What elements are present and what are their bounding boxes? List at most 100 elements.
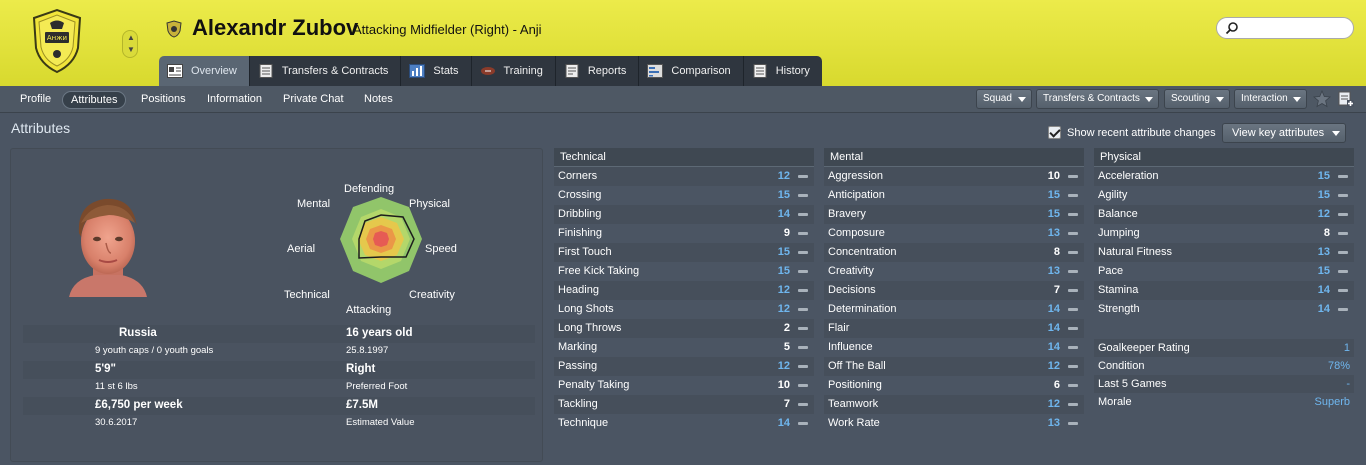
no-change-indicator-icon — [1068, 365, 1078, 368]
attribute-row[interactable]: Long Throws 2 — [554, 319, 814, 338]
attribute-row[interactable]: Creativity 13 — [824, 262, 1084, 281]
subnav-profile[interactable]: Profile — [12, 91, 59, 109]
club-badge-icon — [166, 20, 182, 38]
nav-down-icon[interactable]: ▼ — [127, 45, 135, 54]
attribute-value: 15 — [777, 265, 790, 277]
tab-overview[interactable]: Overview — [159, 56, 250, 86]
subnav-notes[interactable]: Notes — [356, 91, 401, 109]
attribute-value: 7 — [783, 398, 790, 410]
attribute-row[interactable]: Acceleration 15 — [1094, 167, 1354, 186]
attribute-value: 15 — [777, 189, 790, 201]
info-value: - — [1346, 378, 1350, 390]
attribute-row[interactable]: Anticipation 15 — [824, 186, 1084, 205]
attribute-name: Creativity — [828, 265, 874, 277]
search-input[interactable] — [1243, 20, 1347, 36]
sub-navigation: Profile Attributes Positions Information… — [0, 86, 1366, 113]
attribute-row[interactable]: Work Rate 13 — [824, 414, 1084, 433]
recent-changes-checkbox[interactable] — [1048, 126, 1061, 139]
attribute-value: 12 — [777, 170, 790, 182]
estimated-value-label: Estimated Value — [346, 417, 415, 428]
info-name: Morale — [1098, 396, 1132, 408]
attribute-row[interactable]: Off The Ball 12 — [824, 357, 1084, 376]
no-change-indicator-icon — [798, 422, 808, 425]
attribute-row[interactable]: Concentration 8 — [824, 243, 1084, 262]
tab-history[interactable]: History — [743, 56, 822, 86]
attribute-row[interactable]: Free Kick Taking 15 — [554, 262, 814, 281]
no-change-indicator-icon — [1068, 213, 1078, 216]
attribute-row[interactable]: Pace 15 — [1094, 262, 1354, 281]
attribute-value: 12 — [1047, 360, 1060, 372]
player-name: Alexandr Zubov — [192, 15, 359, 40]
youth-caps: 9 youth caps / 0 youth goals — [95, 345, 214, 356]
player-nav-arrows[interactable]: ▲ ▼ — [122, 30, 138, 58]
star-icon[interactable] — [1313, 90, 1331, 108]
preferred-foot: Right — [346, 363, 376, 375]
interaction-dropdown[interactable]: Interaction — [1234, 89, 1307, 109]
recent-changes-toggle[interactable]: Show recent attribute changes — [1048, 126, 1216, 139]
attribute-row[interactable]: Decisions 7 — [824, 281, 1084, 300]
date-of-birth: 25.8.1997 — [346, 345, 389, 356]
player-photo — [69, 198, 147, 297]
attribute-value: 2 — [783, 322, 790, 334]
attribute-row[interactable]: Jumping 8 — [1094, 224, 1354, 243]
attribute-row[interactable]: Stamina 14 — [1094, 281, 1354, 300]
attribute-row[interactable]: Composure 13 — [824, 224, 1084, 243]
overview-icon — [167, 64, 183, 78]
attribute-row[interactable]: Corners 12 — [554, 167, 814, 186]
subnav-private-chat[interactable]: Private Chat — [275, 91, 352, 109]
attribute-value: 12 — [1317, 208, 1330, 220]
reports-icon — [564, 64, 580, 78]
attribute-row[interactable]: Agility 15 — [1094, 186, 1354, 205]
subnav-positions[interactable]: Positions — [133, 91, 194, 109]
attribute-value: 10 — [777, 379, 790, 391]
attribute-row[interactable]: Influence 14 — [824, 338, 1084, 357]
tab-label: Stats — [433, 65, 459, 77]
attribute-row[interactable]: Aggression 10 — [824, 167, 1084, 186]
tab-transfers-contracts[interactable]: Transfers & Contracts — [249, 56, 402, 86]
attribute-row[interactable]: Teamwork 12 — [824, 395, 1084, 414]
attribute-row[interactable]: Crossing 15 — [554, 186, 814, 205]
attribute-row[interactable]: Long Shots 12 — [554, 300, 814, 319]
radar-label-physical: Physical — [409, 198, 450, 210]
attribute-row[interactable]: Bravery 15 — [824, 205, 1084, 224]
subnav-attributes[interactable]: Attributes — [62, 91, 127, 109]
attribute-name: Technique — [558, 417, 609, 429]
tab-training[interactable]: Training — [471, 56, 556, 86]
attribute-row[interactable]: Dribbling 14 — [554, 205, 814, 224]
squad-dropdown[interactable]: Squad — [976, 89, 1032, 109]
attribute-row[interactable]: Natural Fitness 13 — [1094, 243, 1354, 262]
attribute-row[interactable]: Balance 12 — [1094, 205, 1354, 224]
attribute-row[interactable]: Heading 12 — [554, 281, 814, 300]
attribute-row[interactable]: Passing 12 — [554, 357, 814, 376]
no-change-indicator-icon — [798, 232, 808, 235]
attribute-row[interactable]: Penalty Taking 10 — [554, 376, 814, 395]
attribute-value: 14 — [1047, 322, 1060, 334]
tab-comparison[interactable]: Comparison — [639, 56, 744, 86]
attribute-row[interactable]: Determination 14 — [824, 300, 1084, 319]
attribute-name: Teamwork — [828, 398, 879, 410]
tab-stats[interactable]: Stats — [401, 56, 472, 86]
radar-label-mental: Mental — [297, 198, 331, 210]
attribute-row[interactable]: Tackling 7 — [554, 395, 814, 414]
attribute-row[interactable]: Marking 5 — [554, 338, 814, 357]
attribute-row[interactable]: Positioning 6 — [824, 376, 1084, 395]
attribute-name: Off The Ball — [828, 360, 886, 372]
subnav-information[interactable]: Information — [199, 91, 270, 109]
attribute-name: Jumping — [1098, 227, 1140, 239]
nation-name[interactable]: Russia — [119, 327, 157, 339]
add-note-icon[interactable] — [1338, 90, 1354, 108]
chevron-down-icon — [1145, 97, 1153, 102]
attribute-row[interactable]: Flair 14 — [824, 319, 1084, 338]
nav-up-icon[interactable]: ▲ — [127, 33, 135, 42]
no-change-indicator-icon — [1338, 213, 1348, 216]
attribute-row[interactable]: Strength 14 — [1094, 300, 1354, 319]
transfers-contracts-dropdown[interactable]: Transfers & Contracts — [1036, 89, 1159, 109]
attribute-row[interactable]: Finishing 9 — [554, 224, 814, 243]
attribute-value: 12 — [777, 303, 790, 315]
attribute-row[interactable]: Technique 14 — [554, 414, 814, 433]
tab-reports[interactable]: Reports — [555, 56, 640, 86]
search-box[interactable] — [1216, 17, 1354, 39]
scouting-dropdown[interactable]: Scouting — [1164, 89, 1230, 109]
view-key-attributes-button[interactable]: View key attributes — [1222, 123, 1346, 143]
attribute-row[interactable]: First Touch 15 — [554, 243, 814, 262]
